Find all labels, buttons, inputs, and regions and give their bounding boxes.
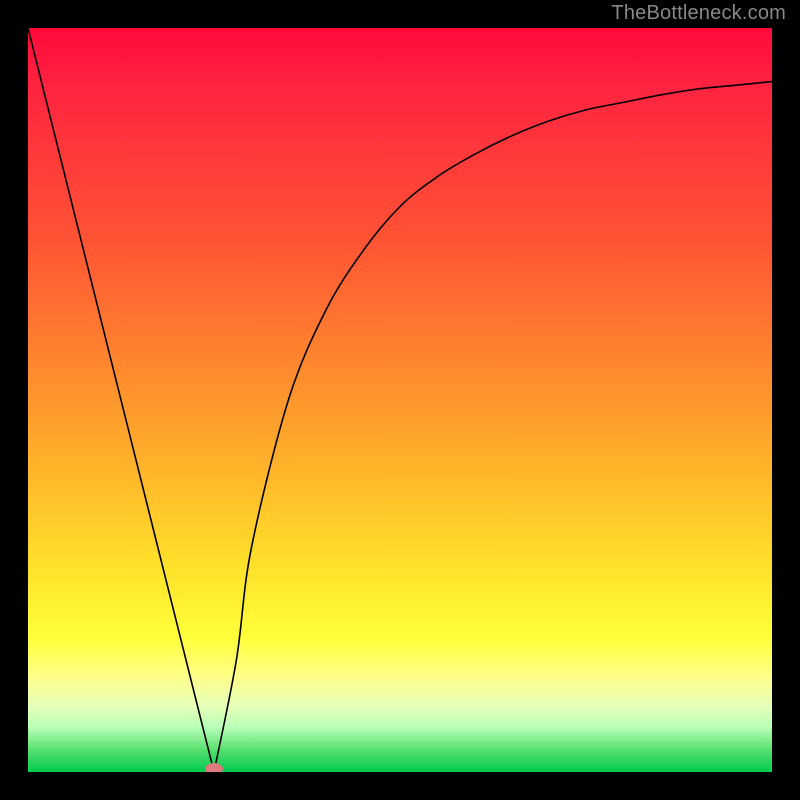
plot-area xyxy=(28,28,772,772)
bottleneck-curve xyxy=(28,28,772,772)
chart-frame: TheBottleneck.com xyxy=(0,0,800,800)
minimum-marker xyxy=(205,763,223,772)
watermark-text: TheBottleneck.com xyxy=(611,2,786,25)
